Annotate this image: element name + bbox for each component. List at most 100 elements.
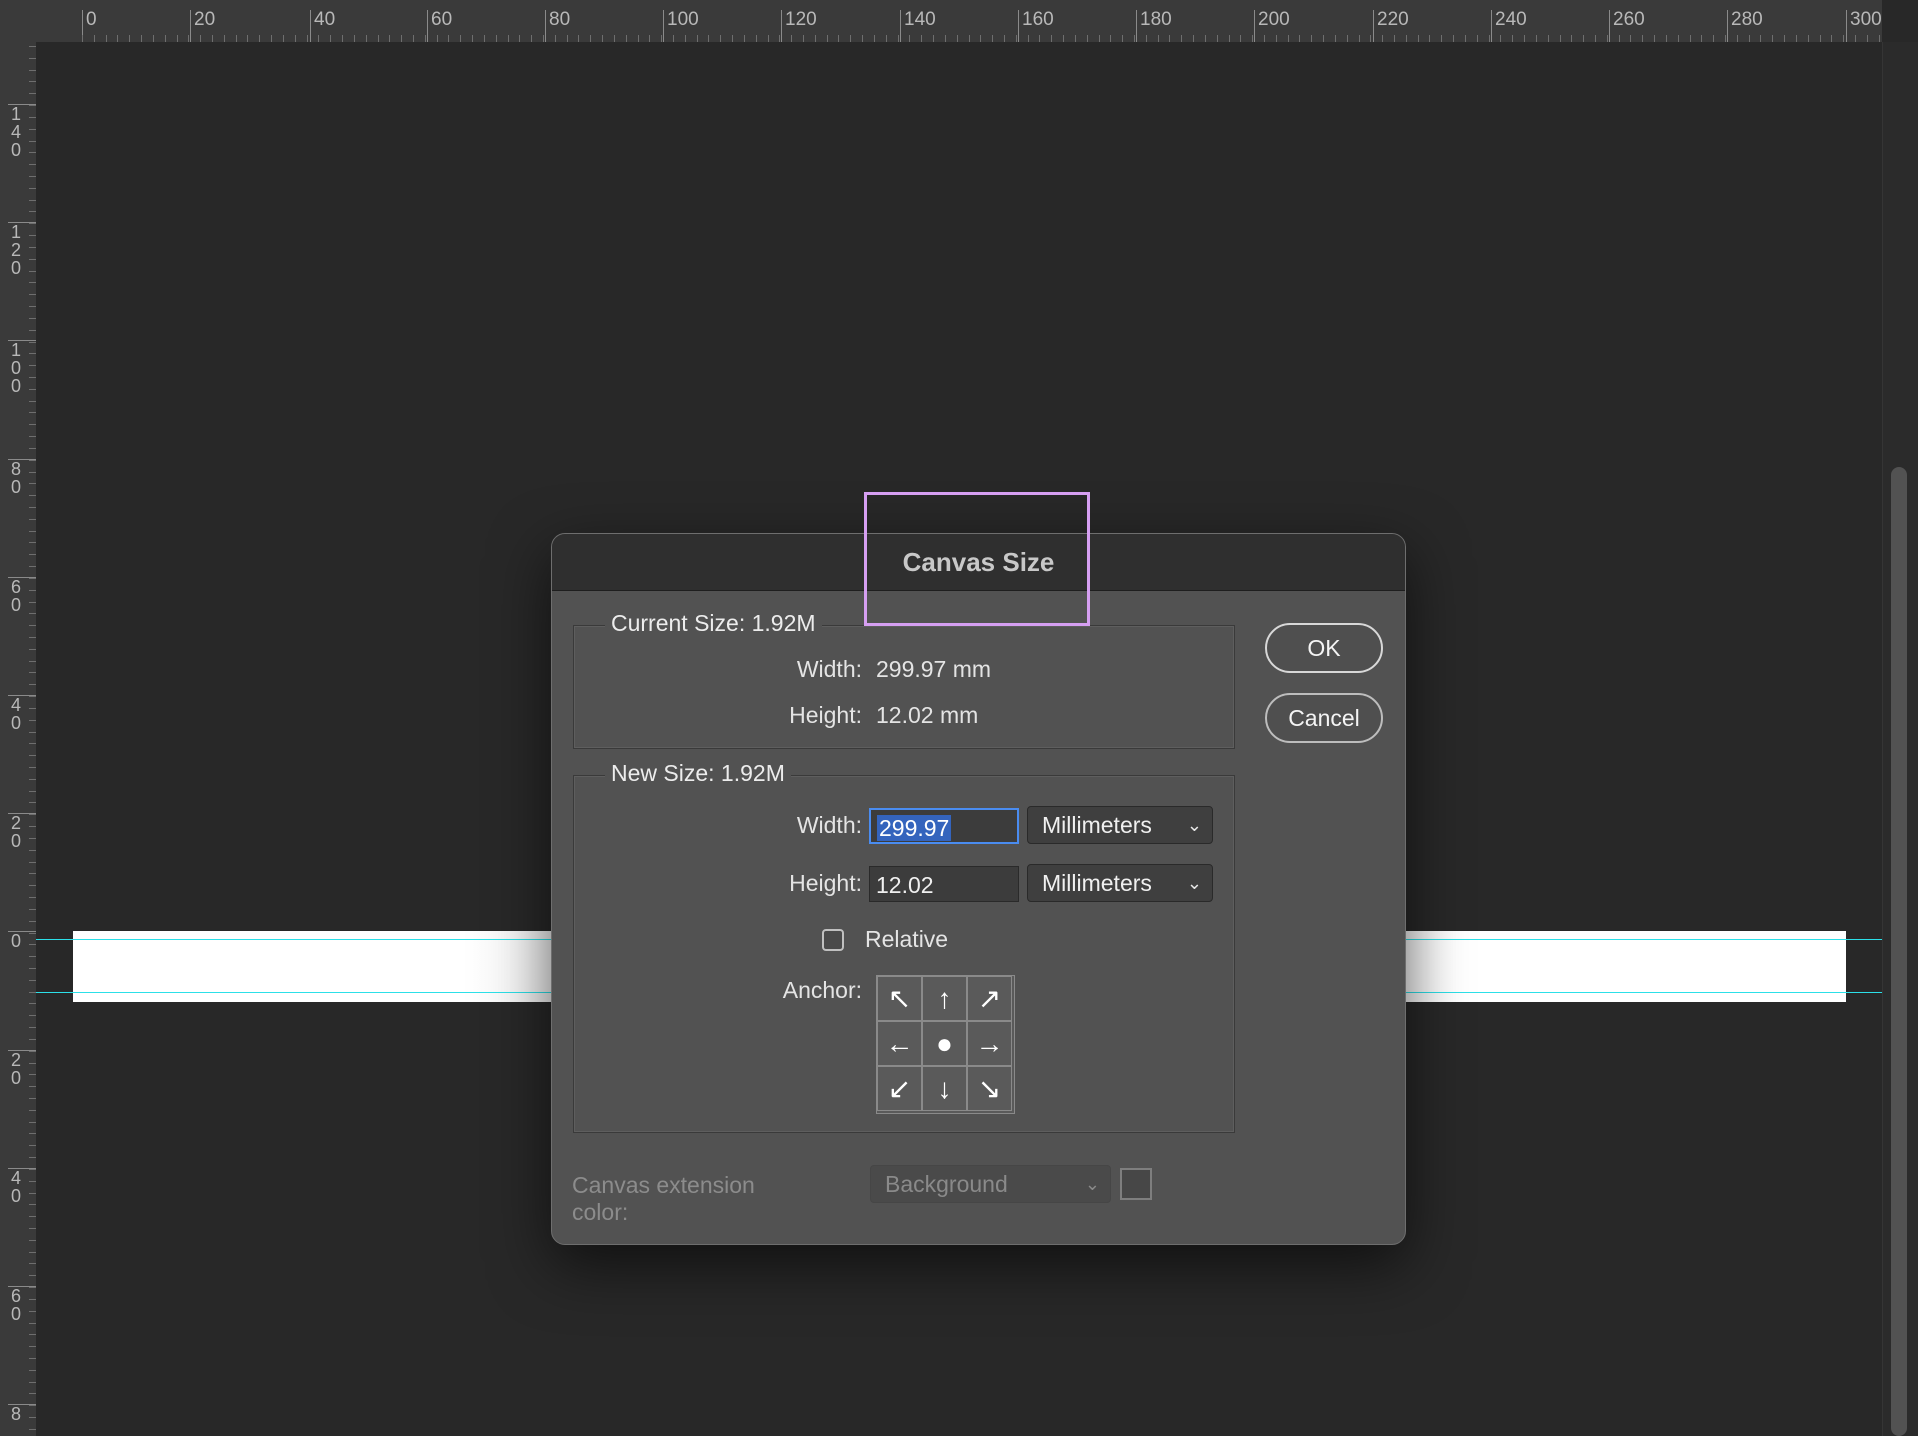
ruler-minor-tick xyxy=(29,1086,36,1088)
arrow-up-right-icon[interactable]: ↗ xyxy=(967,976,1012,1021)
ruler-minor-tick xyxy=(29,696,36,698)
width-input[interactable]: 299.97 xyxy=(869,808,1019,844)
ruler-minor-tick xyxy=(29,353,36,355)
ruler-minor-tick xyxy=(1476,35,1478,42)
chevron-down-icon: ⌄ xyxy=(1186,815,1202,835)
ruler-minor-tick xyxy=(1772,35,1774,42)
ruler-minor-tick xyxy=(29,69,36,71)
ruler-minor-tick xyxy=(29,767,36,769)
current-width-label: Width: xyxy=(796,656,862,682)
ruler-minor-tick xyxy=(29,1358,36,1360)
ruler-minor-tick xyxy=(29,1133,36,1135)
ruler-minor-tick xyxy=(93,35,95,42)
ruler-minor-tick xyxy=(1181,35,1183,42)
arrow-up-left-icon[interactable]: ↖ xyxy=(877,976,922,1021)
ruler-minor-tick xyxy=(944,35,946,42)
ruler-minor-tick xyxy=(29,483,36,485)
ruler-minor-tick xyxy=(933,35,935,42)
ruler-minor-tick xyxy=(29,542,36,544)
ruler-minor-tick xyxy=(82,35,83,42)
ruler-minor-tick xyxy=(318,35,320,42)
ruler-tick-label: 0 xyxy=(8,931,36,950)
ruler-minor-tick xyxy=(850,35,852,42)
ruler-minor-tick xyxy=(29,1369,36,1371)
ruler-minor-tick xyxy=(1240,35,1242,42)
ruler-minor-tick xyxy=(29,46,36,47)
anchor-label: Anchor: xyxy=(782,977,862,1003)
ruler-minor-tick xyxy=(29,743,36,745)
ruler-minor-tick xyxy=(1760,35,1762,42)
relative-checkbox[interactable] xyxy=(822,929,844,951)
ruler-minor-tick xyxy=(200,35,202,42)
ruler-minor-tick xyxy=(29,1428,36,1430)
ruler-minor-tick xyxy=(1736,35,1738,42)
height-input[interactable]: 12.02 xyxy=(869,866,1019,902)
cancel-button[interactable]: Cancel xyxy=(1265,693,1383,743)
ruler-minor-tick xyxy=(29,778,36,780)
ruler-minor-tick xyxy=(29,1168,36,1170)
ruler-tick-label: 240 xyxy=(1491,10,1527,42)
width-unit-select[interactable]: Millimeters ⌄ xyxy=(1027,806,1213,844)
ruler-minor-tick xyxy=(460,35,462,42)
ruler-minor-tick xyxy=(1264,35,1265,42)
ruler-minor-tick xyxy=(29,235,36,237)
arrow-right-icon[interactable]: → xyxy=(967,1021,1012,1066)
ruler-minor-tick xyxy=(992,35,994,42)
ruler-minor-tick xyxy=(1453,35,1455,42)
ruler-tick-label: 60 xyxy=(8,1286,36,1323)
ruler-minor-tick xyxy=(389,35,391,42)
ruler-minor-tick xyxy=(1228,35,1230,42)
scrollbar-thumb[interactable] xyxy=(1891,467,1907,1436)
ok-button[interactable]: OK xyxy=(1265,623,1383,673)
ruler-minor-tick xyxy=(29,554,36,556)
ruler-minor-tick xyxy=(708,35,710,42)
ruler-minor-tick xyxy=(29,506,36,508)
ruler-minor-tick xyxy=(29,1050,36,1052)
ruler-minor-tick xyxy=(1843,35,1845,42)
ruler-minor-tick xyxy=(29,1216,36,1218)
ruler-minor-tick xyxy=(271,35,273,42)
ruler-minor-tick xyxy=(259,35,261,42)
height-unit-select[interactable]: Millimeters ⌄ xyxy=(1027,864,1213,902)
ruler-minor-tick xyxy=(342,35,344,42)
ruler-minor-tick xyxy=(779,35,781,42)
ruler-minor-tick xyxy=(684,35,686,42)
ruler-minor-tick xyxy=(1866,35,1868,42)
arrow-down-left-icon[interactable]: ↙ xyxy=(877,1066,922,1111)
ruler-minor-tick xyxy=(1039,35,1041,42)
ruler-minor-tick xyxy=(436,35,438,42)
arrow-down-right-icon[interactable]: ↘ xyxy=(967,1066,1012,1111)
ruler-minor-tick xyxy=(29,897,36,899)
ruler-minor-tick xyxy=(1571,35,1573,42)
extension-color-select[interactable]: Background ⌄ xyxy=(870,1165,1111,1203)
ruler-corner xyxy=(0,0,37,43)
ruler-minor-tick xyxy=(1382,35,1384,42)
extension-color-swatch[interactable] xyxy=(1120,1168,1152,1200)
ruler-minor-tick xyxy=(29,400,36,402)
relative-label[interactable]: Relative xyxy=(865,926,948,953)
arrow-down-icon[interactable]: ↓ xyxy=(922,1066,967,1111)
new-width-label: Width: xyxy=(796,812,862,838)
ruler-minor-tick xyxy=(29,802,36,804)
ruler-minor-tick xyxy=(29,648,36,650)
ruler-tick-label: 180 xyxy=(1136,10,1172,42)
ruler-minor-tick xyxy=(1145,35,1147,42)
ruler-minor-tick xyxy=(542,35,544,42)
ruler-minor-tick xyxy=(29,388,36,390)
ruler-minor-tick xyxy=(29,1204,36,1206)
ruler-minor-tick xyxy=(1642,35,1644,42)
ruler-minor-tick xyxy=(1819,35,1821,42)
ruler-minor-tick xyxy=(1299,35,1301,42)
vertical-scrollbar[interactable] xyxy=(1882,42,1918,1436)
ruler-minor-tick xyxy=(129,35,131,42)
ruler-minor-tick xyxy=(29,979,36,981)
ruler-minor-tick xyxy=(1618,35,1620,42)
ruler-minor-tick xyxy=(1807,35,1809,42)
extension-color-value: Background xyxy=(885,1171,1008,1197)
arrow-left-icon[interactable]: ← xyxy=(877,1021,922,1066)
vertical-ruler: 140 120 100 80 60 40 20 0 20 40 60 8 xyxy=(0,42,37,1436)
anchor-center-dot-icon[interactable]: ● xyxy=(922,1021,967,1066)
ruler-minor-tick xyxy=(29,116,36,118)
ruler-minor-tick xyxy=(472,35,474,42)
arrow-up-icon[interactable]: ↑ xyxy=(922,976,967,1021)
